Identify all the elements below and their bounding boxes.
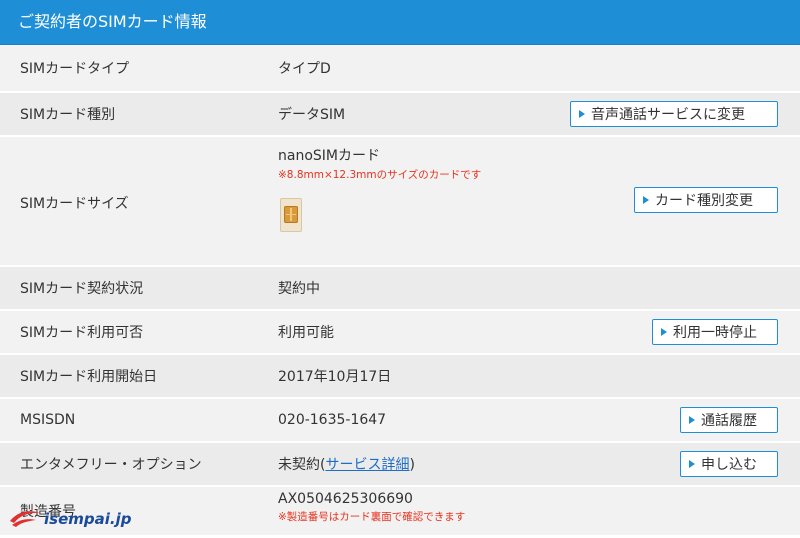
- row-start-date: SIMカード利用開始日 2017年10月17日: [0, 355, 800, 399]
- row-value: タイプD: [278, 61, 331, 77]
- button-label: 音声通話サービスに変更: [591, 107, 745, 123]
- watermark-logo-icon: [8, 503, 42, 527]
- nano-sim-icon: [280, 198, 302, 232]
- size-note: ※8.8mm×12.3mmのサイズのカードです: [278, 169, 482, 181]
- row-contract-status: SIMカード契約状況 契約中: [0, 267, 800, 311]
- button-label: 申し込む: [701, 457, 757, 473]
- service-details-link[interactable]: サービス詳細: [325, 457, 409, 473]
- row-sim-kind: SIMカード種別 データSIM 音声通話サービスに変更: [0, 93, 800, 137]
- triangle-right-icon: [643, 196, 649, 204]
- apply-button[interactable]: 申し込む: [680, 451, 778, 477]
- triangle-right-icon: [689, 460, 695, 468]
- button-label: カード種別変更: [655, 193, 753, 209]
- row-value: AX0504625306690: [278, 491, 413, 507]
- row-label: SIMカード利用開始日: [20, 369, 158, 385]
- row-label: SIMカードタイプ: [20, 61, 130, 77]
- row-label: MSISDN: [20, 412, 76, 428]
- triangle-right-icon: [661, 328, 667, 336]
- row-label: SIMカード利用可否: [20, 325, 144, 341]
- watermark: isempai.jp: [8, 500, 131, 528]
- row-sim-type: SIMカードタイプ タイプD: [0, 45, 800, 93]
- row-value: 2017年10月17日: [278, 369, 392, 385]
- row-value-group: nanoSIMカード ※8.8mm×12.3mmのサイズのカードです: [255, 137, 800, 232]
- triangle-right-icon: [689, 416, 695, 424]
- row-value: 契約中: [278, 281, 320, 297]
- call-history-button[interactable]: 通話履歴: [680, 407, 778, 433]
- watermark-text: isempai.jp: [44, 510, 132, 528]
- row-msisdn: MSISDN 020-1635-1647 通話履歴: [0, 399, 800, 443]
- value-suffix: ): [409, 457, 415, 473]
- button-label: 通話履歴: [701, 413, 757, 429]
- row-label: SIMカード種別: [20, 107, 116, 123]
- value-prefix: 未契約(: [278, 457, 326, 473]
- row-label: エンタメフリー・オプション: [20, 457, 202, 473]
- row-entame-free: エンタメフリー・オプション 未契約(サービス詳細) 申し込む: [0, 443, 800, 487]
- triangle-right-icon: [579, 110, 585, 118]
- row-value: nanoSIMカード: [278, 148, 380, 164]
- section-header: ご契約者のSIMカード情報: [0, 0, 800, 45]
- row-availability: SIMカード利用可否 利用可能 利用一時停止: [0, 311, 800, 355]
- serial-note: ※製造番号はカード裏面で確認できます: [278, 511, 466, 523]
- suspend-button[interactable]: 利用一時停止: [652, 319, 778, 345]
- row-label: SIMカード契約状況: [20, 281, 144, 297]
- row-sim-size: SIMカードサイズ nanoSIMカード ※8.8mm×12.3mmのサイズのカ…: [0, 137, 800, 267]
- section-title: ご契約者のSIMカード情報: [18, 12, 207, 31]
- row-label: SIMカードサイズ: [20, 196, 129, 212]
- change-to-voice-button[interactable]: 音声通話サービスに変更: [570, 101, 778, 127]
- change-card-type-button[interactable]: カード種別変更: [634, 187, 778, 213]
- row-value-group: AX0504625306690 ※製造番号はカード裏面で確認できます: [255, 487, 800, 524]
- button-label: 利用一時停止: [673, 325, 757, 341]
